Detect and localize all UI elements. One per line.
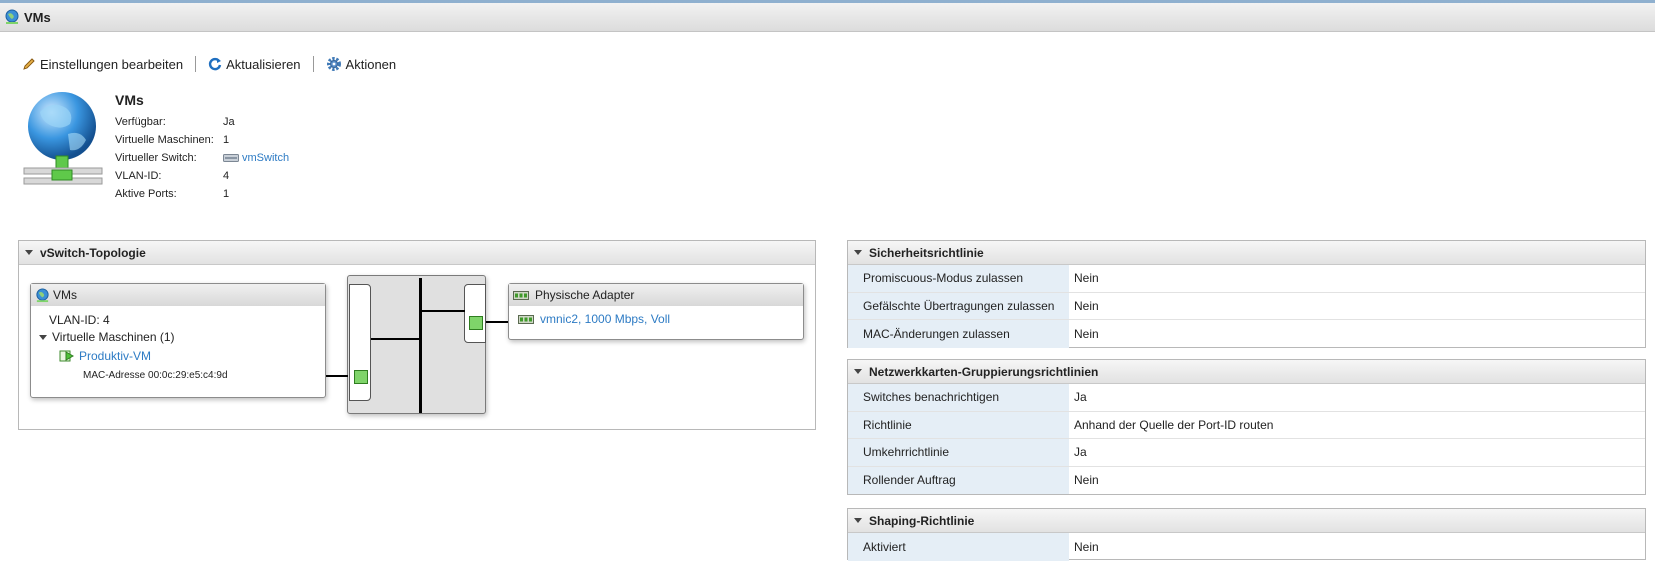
nic-link[interactable]: vmnic2, 1000 Mbps, Voll — [540, 312, 670, 326]
physical-adapters-title: Physische Adapter — [535, 288, 635, 302]
edit-settings-label: Einstellungen bearbeiten — [40, 56, 184, 72]
portgroup-box-header: VMs — [31, 284, 325, 306]
toolbar-separator — [312, 56, 314, 72]
portgroup-summary: VMs Verfügbar: Ja Virtuelle Maschinen: 1… — [115, 92, 289, 203]
refresh-icon — [209, 57, 222, 71]
topology-panel-header[interactable]: vSwitch-Topologie — [19, 241, 815, 265]
portgroup-globe-icon — [23, 92, 103, 185]
nic-icon — [518, 314, 534, 324]
topology-title: vSwitch-Topologie — [40, 245, 146, 260]
property-row: Rollender Auftrag Nein — [848, 466, 1645, 494]
gear-icon — [326, 57, 341, 71]
edit-settings-button[interactable]: Einstellungen bearbeiten — [22, 57, 183, 72]
switch-link-left — [371, 338, 420, 340]
nic-teaming-title: Netzwerkkarten-Gruppierungsrichtlinien — [869, 364, 1099, 379]
collapse-caret-icon[interactable] — [854, 518, 862, 523]
nic-teaming-panel: Netzwerkkarten-Gruppierungsrichtlinien S… — [847, 359, 1646, 495]
property-row: MAC-Änderungen zulassen Nein — [848, 320, 1645, 348]
property-row: Gefälschte Übertragungen zulassen Nein — [848, 292, 1645, 320]
nic-icon — [513, 290, 529, 300]
security-policy-panel: Sicherheitsrichtlinie Promiscuous-Modus … — [847, 240, 1646, 348]
shaping-policy-title: Shaping-Richtlinie — [869, 513, 975, 528]
property-row: Aktiviert Nein — [848, 533, 1645, 561]
summary-row-active-ports: Aktive Ports: 1 — [115, 188, 230, 200]
portgroup-name: VMs — [115, 92, 144, 108]
summary-row-available: Verfügbar: Ja — [115, 116, 235, 128]
shaping-policy-panel: Shaping-Richtlinie Aktiviert Nein — [847, 508, 1646, 561]
adapter-connection-line — [486, 321, 508, 323]
collapse-caret-icon[interactable] — [854, 369, 862, 374]
portgroup-connection-line — [326, 375, 348, 377]
vms-tree-label: Virtuelle Maschinen (1) — [52, 330, 175, 344]
portgroup-box: VMs VLAN-ID: 4 Virtuelle Maschinen (1) P… — [30, 283, 326, 398]
nic-item[interactable]: vmnic2, 1000 Mbps, Voll — [517, 312, 670, 326]
refresh-button[interactable]: Aktualisieren — [208, 56, 301, 72]
topology-panel: vSwitch-Topologie VMs VLAN-ID: 4 Virtuel… — [18, 240, 816, 430]
actions-label: Aktionen — [345, 56, 397, 72]
window-titlebar: VMs — [0, 0, 1655, 32]
toolbar-separator — [195, 56, 197, 72]
network-globe-icon — [5, 9, 19, 24]
security-policy-title: Sicherheitsrichtlinie — [869, 245, 984, 260]
property-row: Richtlinie Anhand der Quelle der Port-ID… — [848, 411, 1645, 439]
property-row: Switches benachrichtigen Ja — [848, 384, 1645, 412]
property-row: Promiscuous-Modus zulassen Nein — [848, 265, 1645, 293]
vm-item[interactable]: Produktiv-VM — [59, 348, 151, 363]
tree-caret-icon[interactable] — [39, 334, 47, 340]
vswitch-link[interactable]: vmSwitch — [242, 152, 289, 164]
actions-button[interactable]: Aktionen — [326, 56, 397, 72]
vm-icon — [59, 350, 75, 362]
vswitch-graphic — [347, 275, 486, 414]
port-icon — [354, 370, 368, 384]
switch-icon — [223, 154, 239, 162]
vms-tree-node[interactable]: Virtuelle Maschinen (1) — [39, 330, 175, 344]
security-policy-header[interactable]: Sicherheitsrichtlinie — [848, 241, 1645, 265]
nic-teaming-header[interactable]: Netzwerkkarten-Gruppierungsrichtlinien — [848, 360, 1645, 384]
physical-adapters-header: Physische Adapter — [509, 284, 803, 306]
portgroup-vlan: VLAN-ID: 4 — [49, 313, 110, 327]
refresh-label: Aktualisieren — [226, 56, 301, 72]
summary-row-vswitch: Virtueller Switch: vmSwitch — [115, 152, 290, 164]
pencil-icon — [23, 58, 35, 70]
physical-adapters-box: Physische Adapter vmnic2, 1000 Mbps, Vol… — [508, 283, 804, 340]
collapse-caret-icon[interactable] — [25, 250, 33, 255]
vswitch-right-bar — [464, 284, 486, 343]
switch-trunk-line — [419, 278, 422, 413]
collapse-caret-icon[interactable] — [854, 250, 862, 255]
portgroup-box-title: VMs — [53, 288, 77, 302]
window-title: VMs — [24, 9, 51, 25]
summary-row-vms: Virtuelle Maschinen: 1 — [115, 134, 230, 146]
vm-link[interactable]: Produktiv-VM — [79, 349, 151, 363]
toolbar: Einstellungen bearbeiten Aktualisieren A… — [22, 54, 396, 74]
vm-mac-address: MAC-Adresse 00:0c:29:e5:c4:9d — [83, 370, 228, 381]
network-globe-icon — [36, 287, 49, 302]
property-row: Umkehrrichtlinie Ja — [848, 439, 1645, 467]
switch-link-right — [420, 310, 465, 312]
port-icon — [469, 316, 483, 330]
shaping-policy-header[interactable]: Shaping-Richtlinie — [848, 509, 1645, 533]
summary-row-vlan: VLAN-ID: 4 — [115, 170, 230, 182]
